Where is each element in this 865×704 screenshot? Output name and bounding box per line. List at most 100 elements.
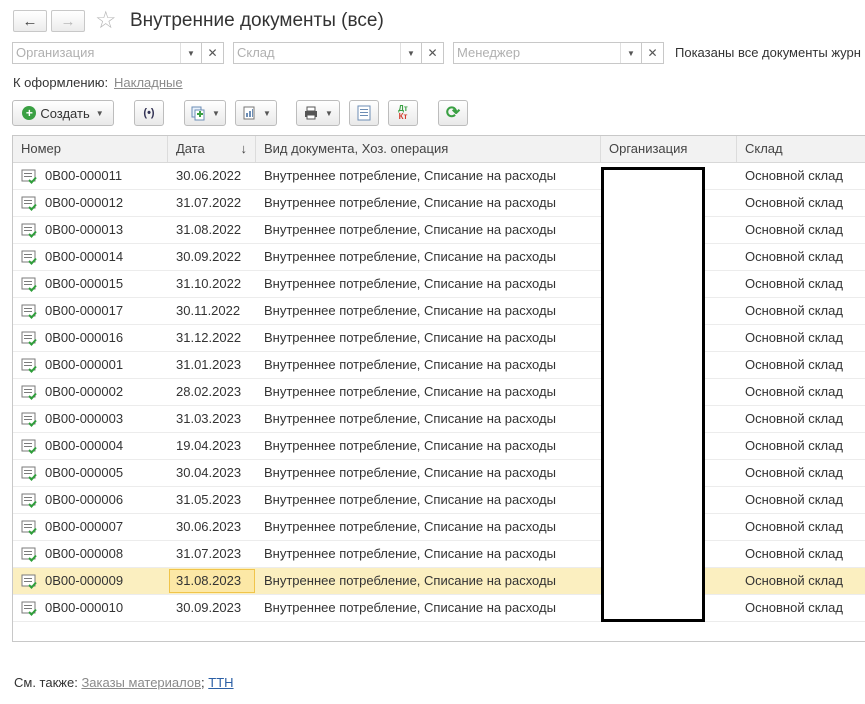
cell-warehouse: Основной склад (745, 357, 843, 372)
column-header-number[interactable]: Номер (13, 136, 168, 162)
table-row[interactable]: 0В00-000012 31.07.2022 Внутреннее потребле… (13, 190, 865, 217)
cell-warehouse: Основной склад (745, 519, 843, 534)
table-row[interactable]: 0В00-000013 31.08.2022 Внутреннее потребле… (13, 217, 865, 244)
cell-date: 30.11.2022 (176, 303, 241, 318)
journal-button[interactable] (349, 100, 379, 126)
create-button-label: Создать (40, 105, 90, 121)
forward-arrow-icon: → (60, 12, 76, 30)
chevron-down-icon[interactable]: ▼ (400, 43, 421, 63)
reports-button[interactable]: ▼ (235, 100, 277, 126)
favorite-star-icon[interactable]: ☆ (95, 6, 117, 35)
table-row[interactable]: 0В00-000004 19.04.2023 Внутреннее потребле… (13, 433, 865, 460)
table-row[interactable]: 0В00-000007 30.06.2023 Внутреннее потребле… (13, 514, 865, 541)
cell-date: 31.07.2023 (176, 546, 242, 561)
table-row[interactable]: 0В00-000001 31.01.2023 Внутреннее потребле… (13, 352, 865, 379)
warehouse-filter[interactable]: Склад ▼ ✕ (233, 42, 444, 64)
cell-date: 31.05.2023 (176, 492, 242, 507)
cell-warehouse: Основной склад (745, 222, 843, 237)
forward-button[interactable]: → (51, 10, 85, 32)
manager-filter[interactable]: Менеджер ▼ ✕ (453, 42, 664, 64)
posted-document-icon (21, 250, 37, 265)
table-row[interactable]: 0В00-000011 30.06.2022 Внутреннее потребле… (13, 163, 865, 190)
column-header-label: Номер (21, 141, 62, 156)
cell-number: 0В00-000006 (45, 492, 124, 507)
cell-date: 19.04.2023 (176, 438, 242, 453)
cell-number: 0В00-000017 (45, 303, 124, 318)
cell-kind: Внутреннее потребление, Списание на расх… (264, 330, 556, 345)
column-header-date[interactable]: Дата ↓ (168, 136, 256, 162)
chevron-down-icon: ▼ (95, 108, 104, 118)
table-row[interactable]: 0В00-000010 30.09.2023 Внутреннее потребле… (13, 595, 865, 622)
cell-kind: Внутреннее потребление, Списание на расх… (264, 546, 556, 561)
broadcast-button[interactable]: (•) (134, 100, 164, 126)
column-header-kind[interactable]: Вид документа, Хоз. операция (256, 136, 601, 162)
column-header-warehouse[interactable]: Склад (737, 136, 865, 162)
chevron-down-icon[interactable]: ▼ (620, 43, 641, 63)
filter-status-text: Показаны все документы журн (675, 45, 861, 60)
table-row[interactable]: 0В00-000008 31.07.2023 Внутреннее потребле… (13, 541, 865, 568)
posted-document-icon (21, 277, 37, 292)
organization-filter[interactable]: Организация ▼ ✕ (12, 42, 224, 64)
sort-arrow-icon: ↓ (240, 141, 248, 156)
clear-icon[interactable]: ✕ (421, 43, 443, 63)
printer-icon (305, 106, 318, 120)
refresh-button[interactable]: ⟳ (438, 100, 468, 126)
table-row[interactable]: 0В00-000002 28.02.2023 Внутреннее потребле… (13, 379, 865, 406)
cell-kind: Внутреннее потребление, Списание на расх… (264, 168, 556, 183)
table-row[interactable]: 0В00-000017 30.11.2022 Внутреннее потребле… (13, 298, 865, 325)
table-row[interactable]: 0В00-000015 31.10.2022 Внутреннее потребле… (13, 271, 865, 298)
create-button[interactable]: + Создать ▼ (12, 100, 114, 126)
clear-icon[interactable]: ✕ (641, 43, 663, 63)
organization-input[interactable]: Организация (13, 43, 180, 63)
column-header-label: Дата (176, 141, 205, 156)
cell-date: 31.08.2023 (176, 573, 242, 588)
invoices-link[interactable]: Накладные (114, 75, 183, 90)
table-row[interactable]: 0В00-000005 30.04.2023 Внутреннее потребле… (13, 460, 865, 487)
cell-kind: Внутреннее потребление, Списание на расх… (264, 411, 556, 426)
cell-warehouse: Основной склад (745, 546, 843, 561)
refresh-icon: ⟳ (445, 103, 461, 122)
cell-kind: Внутреннее потребление, Списание на расх… (264, 222, 556, 237)
cell-date: 31.08.2022 (176, 222, 242, 237)
chevron-down-icon[interactable]: ▼ (180, 43, 201, 63)
material-orders-link[interactable]: Заказы материалов (81, 675, 201, 690)
chevron-down-icon: ▼ (212, 108, 220, 118)
cell-number: 0В00-000005 (45, 465, 124, 480)
cell-date: 28.02.2023 (176, 384, 242, 399)
cell-number: 0В00-000010 (45, 600, 124, 615)
ttn-link[interactable]: ТТН (208, 675, 233, 690)
page-title: Внутренние документы (все) (130, 10, 384, 31)
table-row[interactable]: 0В00-000003 31.03.2023 Внутреннее потребле… (13, 406, 865, 433)
posted-document-icon (21, 358, 37, 373)
report-icon (243, 106, 255, 120)
posted-document-icon (21, 304, 37, 319)
create-based-on-button[interactable]: ▼ (184, 100, 226, 126)
cell-warehouse: Основной склад (745, 573, 843, 588)
print-button[interactable]: ▼ (296, 100, 340, 126)
cell-number: 0В00-000009 (45, 573, 124, 588)
cell-date: 31.10.2022 (176, 276, 242, 291)
cell-kind: Внутреннее потребление, Списание на расх… (264, 438, 556, 453)
table-row[interactable]: 0В00-000009 31.08.2023 Внутреннее потребле… (13, 568, 865, 595)
column-header-organization[interactable]: Организация (601, 136, 737, 162)
cell-kind: Внутреннее потребление, Списание на расх… (264, 465, 556, 480)
posted-document-icon (21, 331, 37, 346)
cell-number: 0В00-000002 (45, 384, 124, 399)
cell-kind: Внутреннее потребление, Списание на расх… (264, 195, 556, 210)
table-row[interactable]: 0В00-000014 30.09.2022 Внутреннее потребле… (13, 244, 865, 271)
cell-number: 0В00-000012 (45, 195, 124, 210)
posted-document-icon (21, 547, 37, 562)
table-row[interactable]: 0В00-000016 31.12.2022 Внутреннее потребле… (13, 325, 865, 352)
back-button[interactable]: ← (13, 10, 47, 32)
posted-document-icon (21, 439, 37, 454)
accounting-entries-button[interactable]: Дт Кт (388, 100, 418, 126)
manager-input[interactable]: Менеджер (454, 43, 620, 63)
warehouse-input[interactable]: Склад (234, 43, 400, 63)
table-row[interactable]: 0В00-000006 31.05.2023 Внутреннее потребле… (13, 487, 865, 514)
cell-kind: Внутреннее потребление, Списание на расх… (264, 519, 556, 534)
cell-number: 0В00-000004 (45, 438, 124, 453)
cell-warehouse: Основной склад (745, 438, 843, 453)
documents-table[interactable]: Номер Дата ↓ Вид документа, Хоз. операция… (12, 135, 865, 642)
clear-icon[interactable]: ✕ (201, 43, 223, 63)
cell-number: 0В00-000001 (45, 357, 124, 372)
